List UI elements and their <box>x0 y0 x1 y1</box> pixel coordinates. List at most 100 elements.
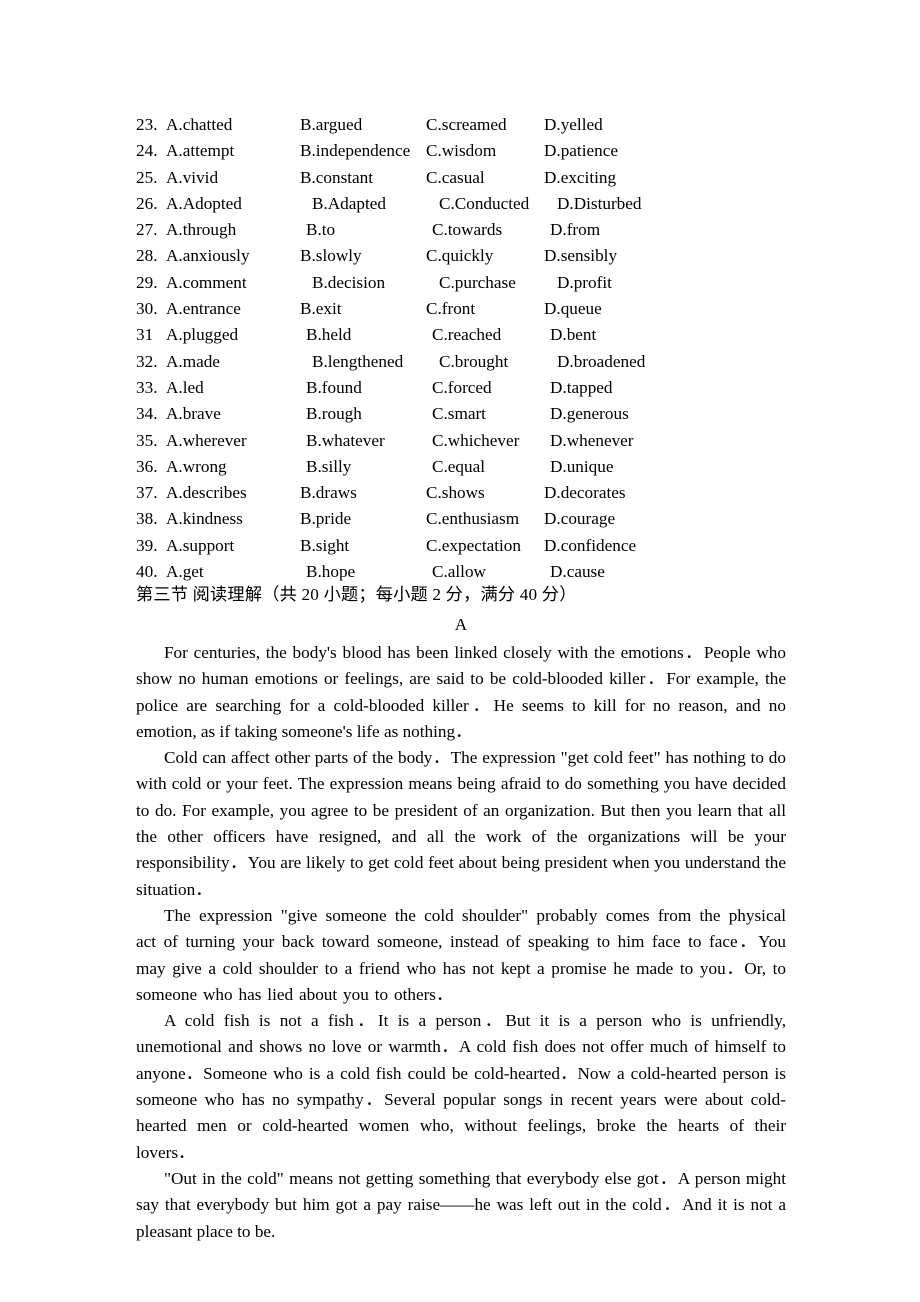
option-number: 33. <box>136 377 158 397</box>
cloze-option-row: 33. A.led B.found C.forced D.tapped <box>136 375 786 401</box>
passage-paragraph: A cold fish is not a fish．It is a person… <box>136 1011 786 1162</box>
option-a: A.wherever <box>166 430 247 450</box>
option-number: 39. <box>136 535 158 555</box>
cloze-option-row: 35. A.wherever B.whatever C.whichever D.when… <box>136 428 786 454</box>
option-d: D.bent <box>550 325 597 345</box>
reading-passage: For centuries, the body's blood has been… <box>136 640 786 1245</box>
option-b: B.draws <box>300 483 357 503</box>
cloze-option-row: 29. A.comment B.decision C.purchase D.profit <box>136 270 786 296</box>
cloze-option-row: 40. A.get B.hope C.allow D.cause <box>136 559 786 585</box>
cloze-option-row: 37. A.describes B.draws C.shows D.decorates <box>136 480 786 506</box>
option-c: C.whichever <box>432 430 520 450</box>
passage-paragraph: "Out in the cold" means not getting some… <box>136 1168 786 1241</box>
option-d: D.whenever <box>550 430 634 450</box>
option-number: 26. <box>136 193 158 213</box>
option-a: A.plugged <box>166 325 239 345</box>
option-d: D.tapped <box>550 377 613 397</box>
option-c: C.smart <box>432 404 486 424</box>
option-a: A.kindness <box>166 509 243 529</box>
option-a: A.wrong <box>166 456 227 476</box>
cloze-option-row: 34. A.brave B.rough C.smart D.generous <box>136 401 786 427</box>
option-a: A.through <box>166 220 237 240</box>
option-number: 34. <box>136 404 158 424</box>
option-c: C.expectation <box>426 535 521 555</box>
option-number: 31 <box>136 325 154 345</box>
section-heading: 第三节 阅读理解（共 20 小题；每小题 2 分，满分 40 分） <box>136 585 577 604</box>
cloze-option-row: 31 A.plugged B.held C.reached D.bent <box>136 322 786 348</box>
option-b: B.exit <box>300 299 342 319</box>
option-number: 40. <box>136 562 158 582</box>
option-a: A.Adopted <box>166 193 242 213</box>
option-a: A.get <box>166 562 204 582</box>
option-number: 32. <box>136 351 158 371</box>
option-number: 27. <box>136 220 158 240</box>
option-c: C.equal <box>432 456 485 476</box>
option-a: A.attempt <box>166 141 235 161</box>
option-c: C.allow <box>432 562 486 582</box>
option-number: 35. <box>136 430 158 450</box>
option-c: C.Conducted <box>439 193 530 213</box>
option-b: B.held <box>306 325 352 345</box>
option-number: 30. <box>136 299 158 319</box>
cloze-option-row: 39. A.support B.sight C.expectation D.confid… <box>136 533 786 559</box>
option-b: B.found <box>306 377 362 397</box>
option-number: 28. <box>136 246 158 266</box>
option-b: B.rough <box>306 404 362 424</box>
option-b: B.silly <box>306 456 352 476</box>
option-d: D.confidence <box>544 535 637 555</box>
option-d: D.queue <box>544 299 602 319</box>
option-number: 37. <box>136 483 158 503</box>
option-c: C.front <box>426 299 476 319</box>
passage-paragraph: The expression "give someone the cold sh… <box>136 905 786 1004</box>
cloze-option-row: 23. A.chatted B.argued C.screamed D.yelled <box>136 112 786 138</box>
option-d: D.generous <box>550 404 629 424</box>
option-c: C.enthusiasm <box>426 509 520 529</box>
option-d: D.from <box>550 220 601 240</box>
option-c: C.screamed <box>426 115 507 134</box>
option-b: B.argued <box>300 115 363 134</box>
option-number: 25. <box>136 167 158 187</box>
option-a: A.anxiously <box>166 246 250 266</box>
option-number: 24. <box>136 141 158 161</box>
option-d: D.unique <box>550 456 614 476</box>
option-c: C.reached <box>432 325 502 345</box>
option-d: D.broadened <box>557 351 646 371</box>
option-c: C.casual <box>426 167 485 187</box>
option-d: D.yelled <box>544 115 603 134</box>
option-number: 23. <box>136 115 158 134</box>
option-a: A.chatted <box>166 115 233 134</box>
option-c: C.towards <box>432 220 503 240</box>
option-b: B.decision <box>312 272 386 292</box>
passage-paragraph: Cold can affect other parts of the body．… <box>136 748 786 899</box>
option-a: A.made <box>166 351 220 371</box>
option-b: B.independence <box>300 141 411 161</box>
option-d: D.sensibly <box>544 246 618 266</box>
option-a: A.describes <box>166 483 247 503</box>
option-d: D.exciting <box>544 167 617 187</box>
option-c: C.brought <box>439 351 509 371</box>
option-d: D.patience <box>544 141 618 161</box>
document-page: 23. A.chatted B.argued C.screamed D.yelled 24… <box>0 0 920 1302</box>
passage-label: A <box>454 615 468 634</box>
option-c: C.forced <box>432 377 492 397</box>
cloze-option-row: 38. A.kindness B.pride C.enthusiasm D.courag… <box>136 506 786 532</box>
cloze-option-row: 27. A.through B.to C.towards D.from <box>136 217 786 243</box>
option-b: B.lengthened <box>312 351 404 371</box>
option-d: D.profit <box>557 272 612 292</box>
option-c: C.quickly <box>426 246 494 266</box>
option-b: B.slowly <box>300 246 362 266</box>
option-a: A.comment <box>166 272 247 292</box>
option-c: C.wisdom <box>426 141 497 161</box>
option-c: C.purchase <box>439 272 516 292</box>
option-d: D.decorates <box>544 483 626 503</box>
option-d: D.courage <box>544 509 616 529</box>
option-number: 29. <box>136 272 158 292</box>
cloze-option-row: 28. A.anxiously B.slowly C.quickly D.sensibl… <box>136 243 786 269</box>
cloze-option-row: 30. A.entrance B.exit C.front D.queue <box>136 296 786 322</box>
option-c: C.shows <box>426 483 485 503</box>
option-b: B.to <box>306 220 336 240</box>
cloze-options-block: 23. A.chatted B.argued C.screamed D.yelled 24… <box>136 112 786 585</box>
cloze-option-row: 24. A.attempt B.independence C.wisdom D.pati… <box>136 138 786 164</box>
option-b: B.hope <box>306 562 356 582</box>
option-d: D.cause <box>550 562 605 582</box>
